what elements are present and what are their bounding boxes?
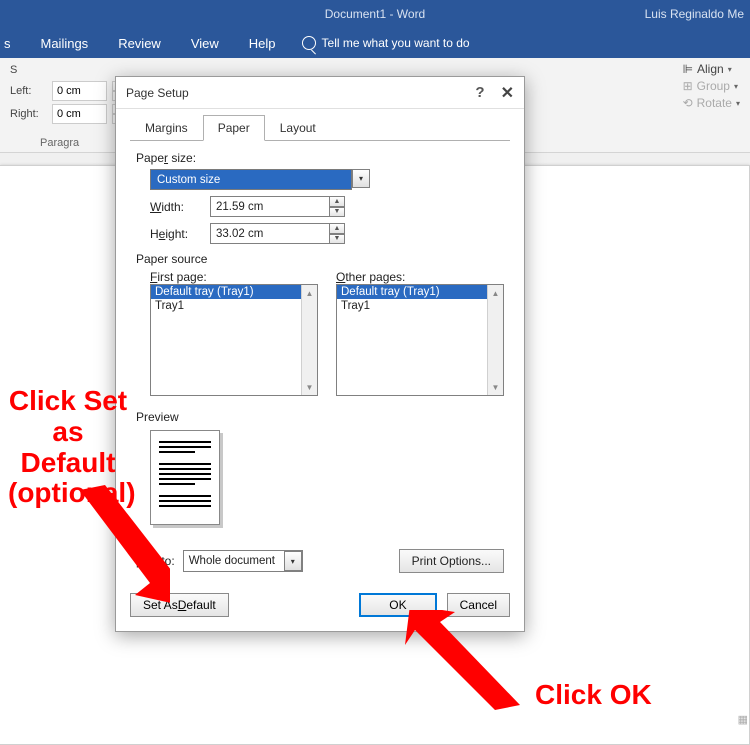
tab-view[interactable]: View — [187, 30, 223, 57]
indent-right-input[interactable]: 0 cm — [52, 104, 107, 124]
tab-partial[interactable]: s — [4, 30, 15, 57]
ribbon-tabs: s Mailings Review View Help Tell me what… — [0, 28, 750, 58]
indent-right-label: Right: — [10, 108, 46, 120]
tell-me-search[interactable]: Tell me what you want to do — [302, 36, 470, 50]
tab-margins[interactable]: Margins — [130, 115, 203, 141]
title-bar: Document1 - Word Luis Reginaldo Me — [0, 0, 750, 28]
list-item[interactable]: Default tray (Tray1) — [151, 285, 317, 299]
paper-size-select[interactable]: Custom size — [150, 169, 352, 190]
rotate-menu: ⟲ Rotate ▾ — [683, 96, 740, 110]
tab-help[interactable]: Help — [245, 30, 280, 57]
width-input[interactable]: 21.59 cm — [210, 196, 330, 217]
list-item[interactable]: Tray1 — [151, 299, 317, 313]
arrow-icon — [400, 610, 540, 720]
tab-layout[interactable]: Layout — [265, 115, 331, 141]
indent-left-label: Left: — [10, 85, 46, 97]
tab-mailings[interactable]: Mailings — [37, 30, 93, 57]
indent-left-input[interactable]: 0 cm — [52, 81, 107, 101]
tell-me-label: Tell me what you want to do — [322, 36, 470, 50]
height-input[interactable]: 33.02 cm — [210, 223, 330, 244]
paper-source-label: Paper source — [136, 252, 504, 266]
width-spinner[interactable]: ▲▼ — [330, 196, 345, 217]
arrow-icon — [50, 480, 170, 610]
paper-size-label: Paper size: — [136, 151, 504, 165]
document-title: Document1 - Word — [325, 7, 425, 21]
print-options-button[interactable]: Print Options... — [399, 549, 504, 573]
width-label: Width: — [150, 200, 210, 214]
list-item[interactable]: Default tray (Tray1) — [337, 285, 503, 299]
first-page-listbox[interactable]: Default tray (Tray1) Tray1 ▲▼ — [150, 284, 318, 396]
paragraph-group-label: Paragra — [40, 137, 79, 149]
tab-paper[interactable]: Paper — [203, 115, 265, 141]
height-label: Height: — [150, 227, 210, 241]
align-menu[interactable]: ⊫ Align ▾ — [683, 62, 740, 76]
scrollbar[interactable]: ▲▼ — [487, 285, 503, 395]
lightbulb-icon — [302, 36, 316, 50]
apply-to-dropdown-button[interactable]: ▾ — [284, 551, 302, 571]
apply-to-select[interactable]: Whole document ▾ — [183, 550, 303, 572]
list-item[interactable]: Tray1 — [337, 299, 503, 313]
paper-size-dropdown-button[interactable]: ▾ — [352, 169, 370, 188]
status-bar-icon: ▦ — [738, 713, 748, 726]
dialog-title: Page Setup — [126, 86, 189, 100]
dialog-close-button[interactable]: ✕ — [501, 83, 514, 103]
user-name: Luis Reginaldo Me — [645, 7, 744, 21]
scrollbar[interactable]: ▲▼ — [301, 285, 317, 395]
other-pages-label: Other pages: — [336, 270, 504, 284]
preview-label: Preview — [136, 410, 504, 424]
tab-review[interactable]: Review — [114, 30, 165, 57]
dialog-help-button[interactable]: ? — [475, 84, 484, 101]
other-pages-listbox[interactable]: Default tray (Tray1) Tray1 ▲▼ — [336, 284, 504, 396]
page-setup-dialog: Page Setup ? ✕ Margins Paper Layout Pape… — [115, 76, 525, 632]
first-page-label: First page: — [150, 270, 318, 284]
group-menu: ⊞ Group ▾ — [683, 79, 740, 93]
height-spinner[interactable]: ▲▼ — [330, 223, 345, 244]
annotation-click-ok: Click OK — [535, 680, 652, 711]
